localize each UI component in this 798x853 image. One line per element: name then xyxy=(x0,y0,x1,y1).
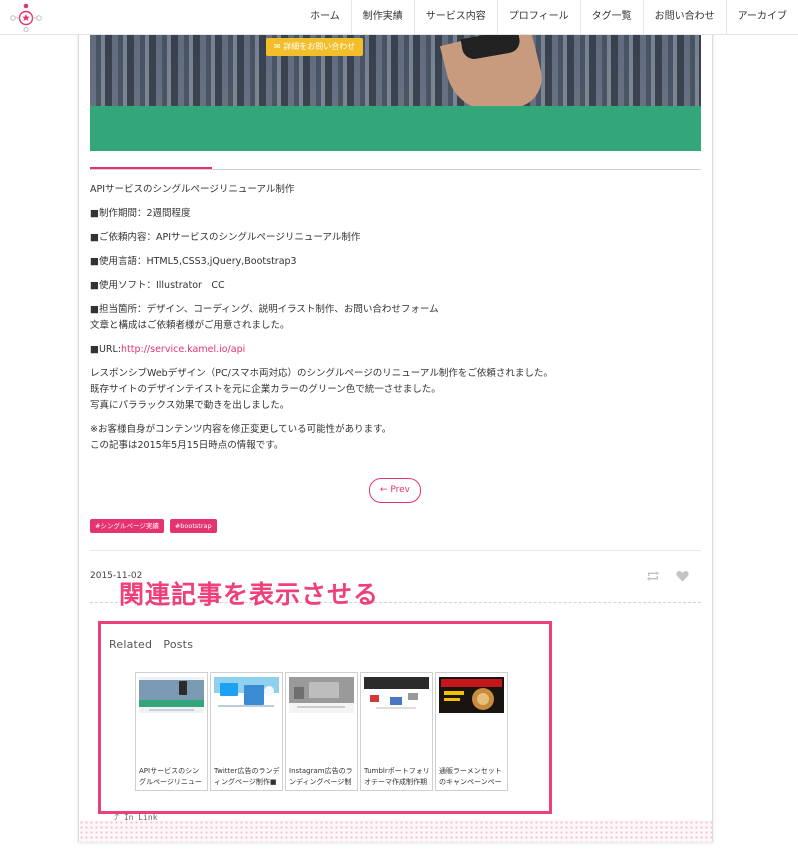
article-paragraph: ■URL:http://service.kamel.io/api xyxy=(90,344,246,355)
heart-icon[interactable] xyxy=(676,570,689,582)
hero-image: ✉ 詳細をお問い合わせ xyxy=(90,34,701,151)
nav-contact[interactable]: お問い合わせ xyxy=(642,0,726,34)
main-nav: ホーム 制作実績 サービス内容 プロフィール タグ一覧 お問い合わせ アーカイブ xyxy=(299,0,798,34)
prev-button[interactable]: ← Prev xyxy=(369,478,421,503)
article-paragraph: APIサービスのシングルページリニューアル制作 xyxy=(90,184,295,195)
nav-services[interactable]: サービス内容 xyxy=(413,0,497,34)
arrow-left-icon: ← xyxy=(379,485,391,495)
hero-contact-button[interactable]: ✉ 詳細をお問い合わせ xyxy=(266,38,364,56)
annotation-text: 関連記事を表示させる xyxy=(119,580,380,609)
logo-icon xyxy=(10,3,42,32)
retweet-icon[interactable] xyxy=(646,570,660,582)
article-paragraph: ※お客様自身がコンテンツ内容を修正変更している可能性があります。 この記事は201… xyxy=(90,424,392,451)
nav-works[interactable]: 制作実績 xyxy=(350,0,414,34)
tab-active-indicator xyxy=(90,167,212,169)
card-bottom-pattern xyxy=(79,820,712,842)
article-paragraph: ■使用ソフト：Illustrator CC xyxy=(90,280,225,291)
divider xyxy=(90,550,701,551)
hero-cityscape xyxy=(90,34,701,106)
tab-divider xyxy=(90,169,701,170)
nav-profile[interactable]: プロフィール xyxy=(496,0,580,34)
annotation-highlight-box xyxy=(98,621,552,814)
hero-green-band xyxy=(90,106,701,151)
nav-tags[interactable]: タグ一覧 xyxy=(579,0,643,34)
site-header: ホーム 制作実績 サービス内容 プロフィール タグ一覧 お問い合わせ アーカイブ xyxy=(0,0,798,35)
tag-bootstrap[interactable]: #bootstrap xyxy=(169,519,217,533)
site-logo[interactable] xyxy=(8,2,44,32)
article-paragraph: レスポンシブWebデザイン（PC/スマホ両対応）のシングルページのリニューアル制… xyxy=(90,368,553,411)
article-paragraph: ■制作期間：2週間程度 xyxy=(90,208,191,219)
article-paragraph: ■担当箇所：デザイン、コーディング、説明イラスト制作、お問い合わせフォーム 文章と… xyxy=(90,304,439,331)
nav-archive[interactable]: アーカイブ xyxy=(725,0,798,34)
nav-home[interactable]: ホーム xyxy=(299,0,351,34)
article-paragraph: ■使用言語：HTML5,CSS3,jQuery,Bootstrap3 xyxy=(90,256,297,267)
article-body: APIサービスのシングルページリニューアル制作 ■制作期間：2週間程度 ■ご依頼… xyxy=(90,182,701,462)
post-actions xyxy=(646,570,689,582)
tag-list: #シングルページ実績 #bootstrap xyxy=(90,519,217,533)
tag-single-page[interactable]: #シングルページ実績 xyxy=(90,519,164,533)
project-url-link[interactable]: http://service.kamel.io/api xyxy=(121,344,245,355)
mail-icon: ✉ xyxy=(274,42,284,51)
article-paragraph: ■ご依頼内容：APIサービスのシングルページリニューアル制作 xyxy=(90,232,361,243)
